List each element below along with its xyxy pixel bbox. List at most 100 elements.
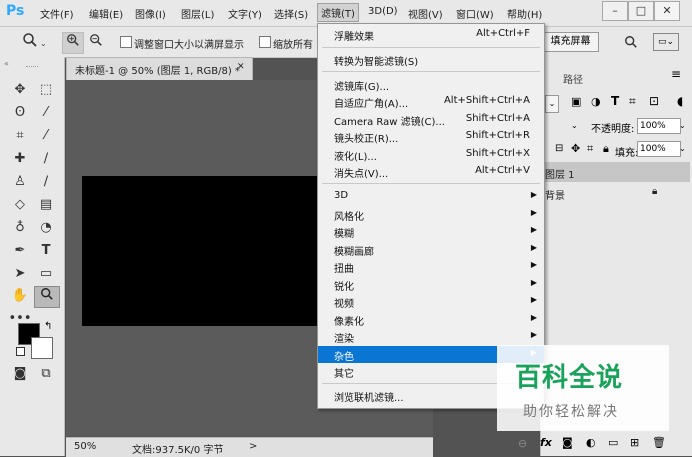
document-tab[interactable]: 未标题-1 @ 50% (图层 1, RGB/8) * ✕	[66, 57, 253, 81]
menu-edit[interactable]: 编辑(E)	[89, 6, 123, 21]
document-canvas[interactable]	[82, 176, 342, 326]
close-button[interactable]: ✕	[654, 1, 680, 21]
history-brush-tool-icon[interactable]: ∕	[34, 172, 58, 192]
rectangle-tool-icon[interactable]: ▭	[34, 264, 58, 284]
filter-adjustment-icon[interactable]: ◑	[591, 95, 601, 108]
panel-menu-icon[interactable]: ≡	[671, 67, 681, 81]
menu-type[interactable]: 文字(Y)	[228, 6, 262, 21]
fx-icon[interactable]: fx	[540, 436, 552, 449]
filter-shape-icon[interactable]: ⌗	[629, 94, 636, 109]
menu-3d[interactable]: 3D(D)	[368, 6, 398, 17]
menu-item-sharpen[interactable]: 锐化 ▶	[318, 276, 544, 293]
menu-item-blur[interactable]: 模糊 ▶	[318, 223, 544, 240]
filter-pixel-icon[interactable]: ▣	[571, 95, 581, 108]
zoom-level[interactable]: 50%	[74, 441, 96, 452]
screen-mode-icon[interactable]: ⧉	[34, 364, 58, 384]
zoom-out-icon[interactable]	[85, 32, 107, 54]
menu-window[interactable]: 窗口(W)	[456, 6, 494, 21]
path-selection-tool-icon[interactable]: ➤	[8, 264, 32, 284]
workspace-icon[interactable]: ▭⌄	[653, 33, 679, 51]
add-mask-icon[interactable]: ◙	[562, 436, 573, 449]
lock-artboard-icon[interactable]: ⌗	[587, 142, 593, 156]
link-layers-icon[interactable]: ⊖	[518, 437, 527, 450]
quick-mask-icon[interactable]: ◙	[8, 364, 32, 384]
menu-image[interactable]: 图像(I)	[135, 6, 166, 21]
menu-help[interactable]: 帮助(H)	[507, 6, 542, 21]
tab-paths[interactable]: 路径	[563, 71, 583, 86]
pen-tool-icon[interactable]: ✒	[8, 241, 32, 261]
menu-item-distort[interactable]: 扭曲 ▶	[318, 258, 544, 275]
hand-tool-icon[interactable]: ✋	[8, 286, 32, 306]
new-layer-icon[interactable]: ⊞	[630, 436, 639, 449]
grip-icon[interactable]	[26, 66, 38, 69]
dodge-tool-icon[interactable]: ◔	[34, 218, 58, 238]
menu-item-vanishing-point[interactable]: 消失点(V)... Alt+Ctrl+V	[318, 163, 544, 180]
menu-item-3d[interactable]: 3D ▶	[318, 188, 544, 205]
chevron-down-icon[interactable]: ⌄	[679, 144, 686, 153]
collapse-icon[interactable]: «	[4, 59, 9, 68]
menu-item-stylize[interactable]: 风格化 ▶	[318, 206, 544, 223]
brush-tool-icon[interactable]: ∕	[34, 149, 58, 169]
lock-all-icon[interactable]: 🔒︎	[603, 142, 609, 156]
lasso-tool-icon[interactable]: ʘ	[8, 103, 32, 123]
menu-item-convert-smart-filter[interactable]: 转换为智能滤镜(S)	[318, 51, 544, 68]
menu-item-pixelate[interactable]: 像素化 ▶	[318, 311, 544, 328]
resize-windows-checkbox[interactable]	[120, 36, 132, 48]
filter-smart-object-icon[interactable]: ⊡	[649, 94, 659, 108]
default-colors-icon[interactable]	[16, 347, 25, 356]
zoom-in-icon[interactable]	[62, 32, 84, 54]
opacity-field[interactable]: 100%	[637, 118, 681, 134]
filter-toggle-icon[interactable]: ◖	[677, 94, 683, 108]
trash-icon[interactable]: 🗑︎	[652, 436, 666, 449]
menu-item-lens-correction[interactable]: 镜头校正(R)... Shift+Ctrl+R	[318, 128, 544, 145]
menu-item-video[interactable]: 视频 ▶	[318, 293, 544, 310]
type-tool-icon[interactable]: T	[34, 241, 58, 261]
menu-item-filter-gallery[interactable]: 滤镜库(G)...	[318, 76, 544, 93]
adjustment-layer-icon[interactable]: ◐	[586, 436, 596, 449]
maximize-button[interactable]: □	[628, 1, 654, 21]
layer-row[interactable]: 图层 1	[540, 162, 690, 182]
chevron-down-icon[interactable]: ⌄	[40, 39, 47, 48]
move-tool-icon[interactable]: ✥	[8, 80, 32, 100]
menu-item-emboss[interactable]: 浮雕效果 Alt+Ctrl+F	[318, 26, 544, 43]
menu-layer[interactable]: 图层(L)	[181, 6, 214, 21]
crop-tool-icon[interactable]: ⌗	[8, 126, 32, 146]
fill-screen-button[interactable]: 填充屏幕	[542, 32, 599, 52]
chevron-down-icon[interactable]: ⌄	[545, 95, 559, 113]
blur-tool-icon[interactable]: ♁	[8, 218, 32, 238]
menu-item-adaptive-wide-angle[interactable]: 自适应广角(A)... Alt+Shift+Ctrl+A	[318, 93, 544, 110]
search-icon[interactable]	[624, 34, 638, 53]
gradient-tool-icon[interactable]: ▤	[34, 195, 58, 215]
menu-view[interactable]: 视图(V)	[408, 6, 443, 21]
close-tab-icon[interactable]: ✕	[237, 62, 245, 72]
clone-stamp-tool-icon[interactable]: ♙	[8, 172, 32, 192]
background-color-swatch[interactable]	[31, 337, 53, 359]
chevron-down-icon[interactable]: ⌄	[571, 121, 578, 130]
status-menu-arrow-icon[interactable]: >	[249, 441, 257, 452]
lock-icon[interactable]: 🔒︎	[652, 186, 657, 197]
marquee-tool-icon[interactable]: ⬚	[34, 80, 58, 100]
menu-filter[interactable]: 滤镜(T)	[317, 3, 359, 22]
lock-position-icon[interactable]: ✥	[571, 142, 580, 155]
menu-item-liquify[interactable]: 液化(L)... Shift+Ctrl+X	[318, 146, 544, 163]
magic-wand-tool-icon[interactable]: ⁄	[34, 103, 58, 123]
lock-pixels-icon[interactable]: ⊟	[555, 143, 563, 154]
menu-item-render[interactable]: 渲染 ▶	[318, 328, 544, 345]
minimize-button[interactable]: –	[602, 1, 628, 21]
zoom-tool-preset-icon[interactable]	[18, 32, 42, 52]
filter-type-icon[interactable]: T	[611, 94, 619, 108]
zoom-all-checkbox[interactable]	[259, 36, 271, 48]
layer-row[interactable]: 背景 🔒︎	[540, 183, 690, 203]
healing-brush-tool-icon[interactable]: ✚	[8, 149, 32, 169]
eraser-tool-icon[interactable]: ◇	[8, 195, 32, 215]
menu-select[interactable]: 选择(S)	[274, 6, 308, 21]
zoom-tool-icon[interactable]	[34, 286, 60, 308]
menu-item-camera-raw[interactable]: Camera Raw 滤镜(C)... Shift+Ctrl+A	[318, 111, 544, 128]
swap-colors-icon[interactable]: ↰	[44, 321, 52, 332]
group-folder-icon[interactable]: ▭	[608, 436, 618, 449]
fill-field[interactable]: 100%	[637, 141, 681, 157]
eyedropper-tool-icon[interactable]: ⁄	[34, 126, 58, 146]
menu-item-blur-gallery[interactable]: 模糊画廊 ▶	[318, 241, 544, 258]
menu-file[interactable]: 文件(F)	[40, 6, 74, 21]
chevron-down-icon[interactable]: ⌄	[679, 121, 686, 130]
